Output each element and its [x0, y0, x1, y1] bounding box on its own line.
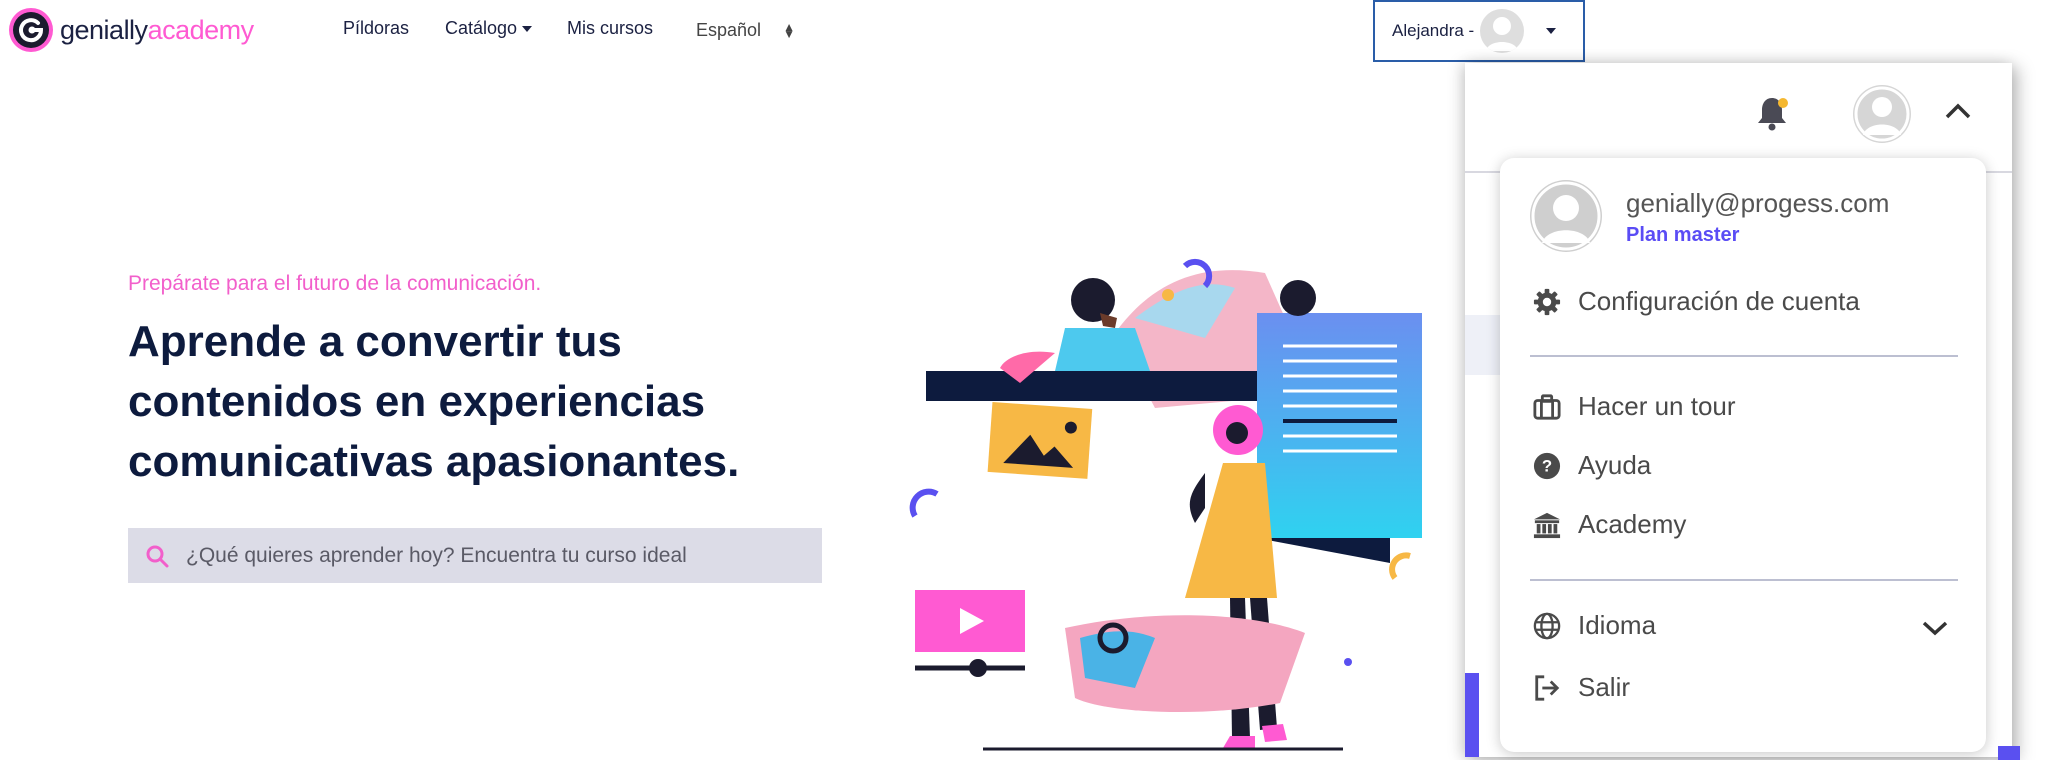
menu-item-label: Idioma — [1578, 610, 1657, 640]
user-silhouette-icon — [1854, 86, 1910, 142]
genially-logo-icon — [9, 8, 53, 52]
user-email: genially@progess.com — [1626, 188, 1890, 218]
svg-text:?: ? — [1542, 456, 1552, 475]
logo[interactable]: geniallyacademy — [8, 7, 254, 53]
language-select-value: Español — [696, 20, 762, 40]
avatar — [1480, 9, 1525, 53]
course-search-bar[interactable] — [128, 528, 822, 583]
accent-strip — [1465, 673, 1479, 757]
luggage-icon — [1532, 392, 1562, 422]
search-input[interactable] — [184, 542, 808, 569]
sort-updown-icon: ▲ ▼ — [783, 20, 795, 42]
user-name-label: Alejandra - — [1392, 21, 1475, 40]
menu-item-academy[interactable]: Academy — [1532, 509, 1686, 540]
globe-icon — [1532, 611, 1562, 641]
hero-illustration — [909, 258, 1422, 751]
divider — [1530, 355, 1958, 357]
language-select[interactable]: Español ▲ ▼ — [696, 20, 795, 41]
menu-item-tour[interactable]: Hacer un tour — [1532, 391, 1736, 422]
caret-down-icon — [522, 26, 533, 33]
user-silhouette-icon — [1531, 181, 1601, 251]
menu-item-label: Academy — [1578, 509, 1687, 539]
logo-accent-word: academy — [147, 14, 255, 45]
accent-strip — [1998, 746, 2020, 760]
menu-item-logout[interactable]: Salir — [1532, 672, 1630, 703]
search-icon — [146, 545, 169, 567]
chevron-down-icon[interactable] — [1920, 618, 1950, 638]
bell-icon[interactable] — [1755, 95, 1789, 131]
chevron-up-icon[interactable] — [1943, 99, 1973, 123]
gear-icon — [1532, 287, 1562, 317]
avatar[interactable] — [1853, 85, 1911, 143]
institution-icon — [1532, 510, 1562, 540]
plan-badge[interactable]: Plan master — [1626, 224, 1739, 247]
menu-item-label: Ayuda — [1578, 450, 1652, 480]
avatar — [1530, 180, 1602, 252]
divider — [1530, 579, 1958, 581]
nav-item-catalogo[interactable]: Catálogo — [445, 18, 533, 39]
caret-down-icon — [1546, 28, 1557, 34]
question-circle-icon: ? — [1532, 451, 1562, 481]
menu-item-language[interactable]: Idioma — [1532, 610, 1656, 641]
nav-item-pildoras[interactable]: Píldoras — [343, 18, 409, 39]
user-menu-button[interactable]: Alejandra - — [1373, 0, 1585, 62]
nav-item-mis-cursos[interactable]: Mis cursos — [567, 18, 653, 39]
menu-item-label: Hacer un tour — [1578, 391, 1736, 421]
menu-item-help[interactable]: ? Ayuda — [1532, 450, 1651, 481]
menu-item-label: Configuración de cuenta — [1578, 286, 1860, 316]
menu-item-account-settings[interactable]: Configuración de cuenta — [1532, 286, 1860, 317]
notification-dot — [1778, 98, 1788, 108]
hero-headline: Aprende a convertir tus contenidos en ex… — [128, 317, 740, 486]
folder-icon — [1465, 315, 1503, 375]
user-silhouette-icon — [1486, 17, 1519, 51]
logo-brand-name: genially — [60, 14, 148, 45]
hero-eyebrow: Prepárate para el futuro de la comunicac… — [128, 272, 542, 295]
logo-wordmark: geniallyacademy — [60, 15, 254, 46]
account-dropdown-menu: genially@progess.com Plan master Configu… — [1500, 158, 1986, 752]
nav-item-catalogo-label: Catálogo — [445, 18, 518, 38]
sign-out-icon — [1532, 673, 1562, 703]
menu-item-label: Salir — [1578, 672, 1631, 702]
